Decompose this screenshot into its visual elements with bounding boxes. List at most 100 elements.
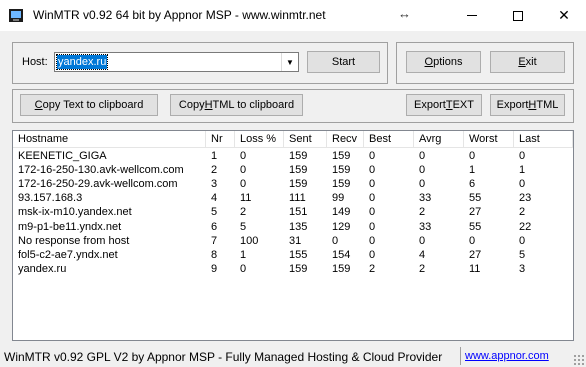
column-header[interactable]: Best bbox=[364, 131, 414, 147]
column-header[interactable]: Recv bbox=[327, 131, 364, 147]
table-cell: 3 bbox=[519, 262, 526, 275]
table-cell: 159 bbox=[289, 262, 308, 275]
export-text-button[interactable]: Export T EXT bbox=[406, 94, 482, 116]
table-cell: No response from host bbox=[18, 234, 130, 247]
table-row[interactable]: yandex.ru 9 0 159 159 2 2 11 3 bbox=[13, 263, 573, 275]
table-cell: msk-ix-m10.yandex.net bbox=[18, 206, 132, 219]
table-row[interactable]: 172-16-250-29.avk-wellcom.com 3 0 159 159 0 0 6… bbox=[13, 178, 573, 190]
resize-grip-icon[interactable] bbox=[573, 354, 584, 365]
table-cell: 5 bbox=[240, 220, 247, 233]
close-button[interactable]: ✕ bbox=[541, 0, 586, 31]
table-cell: 7 bbox=[211, 234, 218, 247]
table-cell: 33 bbox=[419, 192, 432, 205]
table-cell: 0 bbox=[419, 164, 426, 177]
table-cell: 149 bbox=[332, 206, 351, 219]
column-header[interactable]: Worst bbox=[464, 131, 514, 147]
table-cell: 2 bbox=[369, 262, 376, 275]
host-combobox[interactable]: yandex.ru ▼ bbox=[54, 52, 299, 72]
table-cell: 0 bbox=[369, 248, 376, 261]
maximize-button[interactable] bbox=[495, 0, 541, 31]
table-cell: 0 bbox=[240, 164, 247, 177]
column-header[interactable]: Last bbox=[514, 131, 573, 147]
table-cell: 1 bbox=[469, 164, 476, 177]
chevron-down-icon: ▼ bbox=[286, 57, 294, 67]
exit-button[interactable]: Exit bbox=[490, 51, 565, 73]
table-row[interactable]: 93.157.168.3 4 11 111 99 0 33 55 23 bbox=[13, 192, 573, 204]
table-cell: 0 bbox=[519, 178, 526, 191]
table-cell: 22 bbox=[519, 220, 532, 233]
table-cell: 0 bbox=[519, 150, 526, 162]
table-cell: 3 bbox=[211, 178, 218, 191]
table-row[interactable]: 172-16-250-130.avk-wellcom.com 2 0 159 159 0 0… bbox=[13, 164, 573, 176]
table-row[interactable]: fol5-c2-ae7.yndx.net 8 1 155 154 0 4 27 5 bbox=[13, 249, 573, 261]
table-cell: 99 bbox=[332, 192, 345, 205]
table-cell: 0 bbox=[419, 150, 426, 162]
window-title: WinMTR v0.92 64 bit by Appnor MSP - www.… bbox=[33, 8, 326, 22]
table-cell: 11 bbox=[240, 192, 252, 205]
status-text: WinMTR v0.92 GPL V2 by Appnor MSP - Full… bbox=[4, 350, 443, 364]
table-cell: 2 bbox=[211, 164, 218, 177]
title-bar[interactable]: WinMTR v0.92 64 bit by Appnor MSP - www.… bbox=[0, 0, 586, 31]
table-cell: 0 bbox=[519, 234, 526, 247]
table-cell: 0 bbox=[369, 234, 376, 247]
table-cell: 159 bbox=[332, 178, 351, 191]
options-button[interactable]: Options bbox=[406, 51, 481, 73]
table-cell: 159 bbox=[332, 164, 351, 177]
table-row[interactable]: m9-p1-be11.yndx.net 6 5 135 129 0 33 55 22 bbox=[13, 221, 573, 233]
website-link[interactable]: www.appnor.com bbox=[465, 350, 549, 362]
table-cell: 129 bbox=[332, 220, 351, 233]
table-cell: 2 bbox=[419, 262, 426, 275]
table-cell: 9 bbox=[211, 262, 218, 275]
export-html-button[interactable]: Export H TML bbox=[490, 94, 565, 116]
table-cell: 2 bbox=[519, 206, 526, 219]
table-cell: 55 bbox=[469, 220, 482, 233]
column-header[interactable]: Loss % bbox=[235, 131, 284, 147]
table-cell: 155 bbox=[289, 248, 308, 261]
table-cell: 100 bbox=[240, 234, 259, 247]
table-row[interactable]: msk-ix-m10.yandex.net 5 2 151 149 0 2 27 2 bbox=[13, 206, 573, 218]
table-cell: 5 bbox=[519, 248, 526, 261]
close-icon: ✕ bbox=[558, 7, 570, 23]
table-cell: 151 bbox=[289, 206, 308, 219]
column-header[interactable]: Sent bbox=[284, 131, 327, 147]
table-cell: 27 bbox=[469, 248, 482, 261]
table-cell: 0 bbox=[469, 234, 476, 247]
status-separator bbox=[460, 347, 461, 365]
dropdown-arrow-icon[interactable]: ▼ bbox=[281, 53, 298, 71]
app-icon bbox=[9, 9, 23, 22]
options-button-label: Options bbox=[424, 56, 463, 68]
table-cell: 0 bbox=[369, 164, 376, 177]
table-cell: 4 bbox=[419, 248, 426, 261]
table-row[interactable]: No response from host 7 100 31 0 0 0 0 0 bbox=[13, 235, 573, 247]
table-cell: 135 bbox=[289, 220, 308, 233]
table-cell: 2 bbox=[240, 206, 247, 219]
table-cell: 172-16-250-29.avk-wellcom.com bbox=[18, 178, 178, 191]
column-header[interactable]: Nr bbox=[206, 131, 235, 147]
minimize-button[interactable] bbox=[449, 0, 495, 31]
table-cell: 1 bbox=[240, 248, 247, 261]
host-input[interactable]: yandex.ru bbox=[55, 54, 109, 70]
table-cell: 159 bbox=[289, 178, 308, 191]
table-cell: 0 bbox=[419, 234, 426, 247]
start-button[interactable]: Start bbox=[307, 51, 380, 73]
column-header[interactable]: Hostname bbox=[13, 131, 206, 147]
maximize-icon bbox=[513, 10, 523, 21]
table-cell: 159 bbox=[332, 262, 351, 275]
table-row[interactable]: KEENETIC_GIGA 1 0 159 159 0 0 0 0 bbox=[13, 150, 573, 162]
table-cell: 0 bbox=[369, 150, 376, 162]
table-cell: 31 bbox=[289, 234, 302, 247]
copy-text-button[interactable]: Copy Text to clipboard bbox=[20, 94, 158, 116]
column-header[interactable]: Avrg bbox=[414, 131, 464, 147]
table-cell: KEENETIC_GIGA bbox=[18, 150, 107, 162]
table-cell: 0 bbox=[369, 220, 376, 233]
table-cell: 93.157.168.3 bbox=[18, 192, 83, 205]
table-cell: 111 bbox=[289, 192, 306, 205]
table-cell: 5 bbox=[211, 206, 218, 219]
results-table[interactable]: Hostname Nr Loss % Sent Recv Best Avrg Worst Las… bbox=[12, 130, 574, 341]
table-cell: 159 bbox=[289, 164, 308, 177]
table-cell: m9-p1-be11.yndx.net bbox=[18, 220, 122, 233]
table-cell: 0 bbox=[240, 178, 247, 191]
table-cell: yandex.ru bbox=[18, 262, 67, 275]
table-header: Hostname Nr Loss % Sent Recv Best Avrg Worst Las… bbox=[13, 131, 573, 148]
copy-html-button[interactable]: Copy H TML to clipboard bbox=[170, 94, 303, 116]
